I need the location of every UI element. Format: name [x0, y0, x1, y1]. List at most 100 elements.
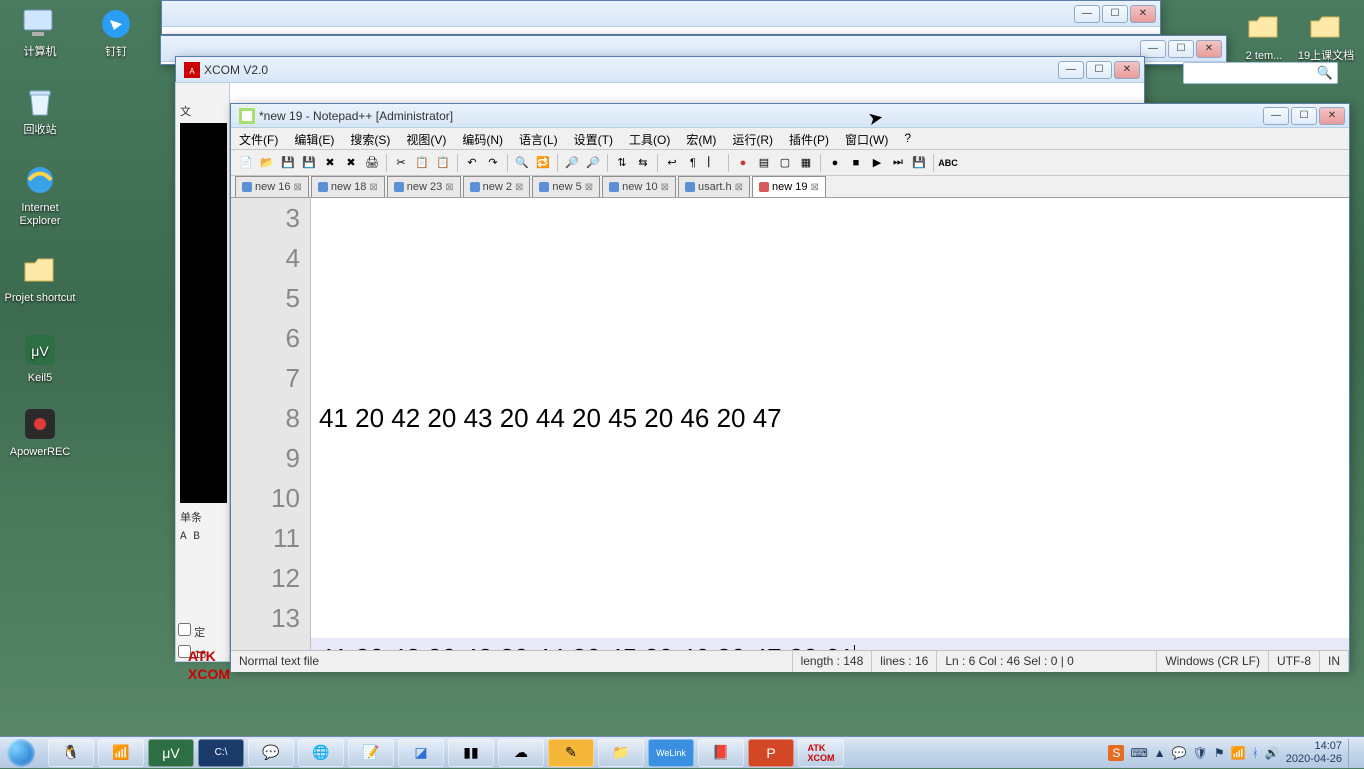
- text-editor[interactable]: 41 20 42 20 43 20 44 20 45 20 46 20 47 4…: [311, 198, 1349, 650]
- tray-chat-icon[interactable]: 💬: [1172, 746, 1187, 760]
- tray-keyboard-icon[interactable]: ⌨: [1130, 746, 1147, 760]
- taskbar-wifi[interactable]: 📶: [98, 739, 144, 767]
- new-file-icon[interactable]: 📄: [237, 154, 255, 172]
- print-icon[interactable]: 🖨: [363, 154, 381, 172]
- undo-icon[interactable]: ↶: [463, 154, 481, 172]
- file-tab[interactable]: new 16⊠: [235, 176, 309, 197]
- file-tab[interactable]: new 5⊠: [532, 176, 600, 197]
- save-icon[interactable]: 💾: [279, 154, 297, 172]
- tab-close-icon[interactable]: ⊠: [585, 182, 593, 193]
- desktop-icon-folder-19[interactable]: 19上课文档: [1296, 8, 1356, 63]
- menu-edit[interactable]: 编辑(E): [286, 128, 342, 149]
- taskbar-xcom[interactable]: ATKXCOM: [798, 739, 844, 767]
- desktop-icon-recycle[interactable]: 回收站: [4, 82, 76, 137]
- file-tab[interactable]: usart.h⊠: [678, 176, 750, 197]
- maximize-button[interactable]: ☐: [1168, 40, 1194, 58]
- close-button[interactable]: ✕: [1114, 61, 1140, 79]
- tab-close-icon[interactable]: ⊠: [811, 182, 819, 193]
- taskbar-app1[interactable]: ▮▮: [448, 739, 494, 767]
- minimize-button[interactable]: —: [1140, 40, 1166, 58]
- taskbar-app2[interactable]: ✎: [548, 739, 594, 767]
- paste-icon[interactable]: 📋: [434, 154, 452, 172]
- close-file-icon[interactable]: ✖: [321, 154, 339, 172]
- replace-icon[interactable]: 🔁: [534, 154, 552, 172]
- file-tab[interactable]: new 18⊠: [311, 176, 385, 197]
- wordwrap-icon[interactable]: ↩: [663, 154, 681, 172]
- open-file-icon[interactable]: 📂: [258, 154, 276, 172]
- sync-v-icon[interactable]: ⇅: [613, 154, 631, 172]
- stop-icon[interactable]: ■: [847, 154, 865, 172]
- close-all-icon[interactable]: ✖: [342, 154, 360, 172]
- menu-run[interactable]: 运行(R): [724, 128, 781, 149]
- tray-network-icon[interactable]: 📶: [1231, 746, 1246, 760]
- tray-bluetooth-icon[interactable]: ᚼ: [1252, 746, 1259, 760]
- spellcheck-icon[interactable]: ABC: [939, 154, 957, 172]
- maximize-button[interactable]: ☐: [1086, 61, 1112, 79]
- minimize-button[interactable]: —: [1263, 107, 1289, 125]
- desktop-icon-apowerrec[interactable]: ApowerREC: [4, 404, 76, 459]
- copy-icon[interactable]: 📋: [413, 154, 431, 172]
- taskbar-cmd[interactable]: C:\: [198, 739, 244, 767]
- redo-icon[interactable]: ↷: [484, 154, 502, 172]
- tab-close-icon[interactable]: ⊠: [293, 182, 301, 193]
- menu-help[interactable]: ?: [896, 128, 919, 149]
- check-fixed[interactable]: [178, 623, 191, 636]
- cut-icon[interactable]: ✂: [392, 154, 410, 172]
- indent-guide-icon[interactable]: ⎸: [705, 154, 723, 172]
- tab-close-icon[interactable]: ⊠: [515, 182, 523, 193]
- maximize-button[interactable]: ☐: [1102, 5, 1128, 23]
- taskbar-powerpoint[interactable]: P: [748, 739, 794, 767]
- play-icon[interactable]: ▶: [868, 154, 886, 172]
- tab-close-icon[interactable]: ⊠: [735, 182, 743, 193]
- tray-chevron-up-icon[interactable]: ▲: [1154, 746, 1166, 760]
- taskbar-qq[interactable]: 🐧: [48, 739, 94, 767]
- desktop-icon-dingtalk[interactable]: 钉钉: [80, 4, 152, 59]
- doc-map-icon[interactable]: ▦: [797, 154, 815, 172]
- taskbar-wechat[interactable]: 💬: [248, 739, 294, 767]
- minimize-button[interactable]: —: [1058, 61, 1084, 79]
- desktop-icon-keil5[interactable]: μV Keil5: [4, 330, 76, 385]
- play-multi-icon[interactable]: ⏭: [889, 154, 907, 172]
- file-tab[interactable]: new 2⊠: [463, 176, 531, 197]
- menu-settings[interactable]: 设置(T): [566, 128, 621, 149]
- maximize-button[interactable]: ☐: [1291, 107, 1317, 125]
- tray-clock[interactable]: 14:07 2020-04-26: [1286, 740, 1342, 766]
- find-icon[interactable]: 🔍: [513, 154, 531, 172]
- file-tab[interactable]: new 23⊠: [387, 176, 461, 197]
- desktop-icon-projet[interactable]: Projet shortcut: [4, 250, 76, 305]
- tab-close-icon[interactable]: ⊠: [369, 182, 377, 193]
- taskbar-baidu[interactable]: ☁: [498, 739, 544, 767]
- save-all-icon[interactable]: 💾: [300, 154, 318, 172]
- menu-window[interactable]: 窗口(W): [837, 128, 896, 149]
- taskbar-notepadpp[interactable]: 📝: [348, 739, 394, 767]
- all-chars-icon[interactable]: ¶: [684, 154, 702, 172]
- taskbar-keil[interactable]: μV: [148, 739, 194, 767]
- sync-h-icon[interactable]: ⇆: [634, 154, 652, 172]
- minimize-button[interactable]: —: [1074, 5, 1100, 23]
- menu-language[interactable]: 语言(L): [511, 128, 566, 149]
- desktop-icon-folder-tem[interactable]: 2 tem...: [1234, 8, 1294, 63]
- start-button[interactable]: [0, 737, 42, 769]
- func-list-icon[interactable]: ▤: [755, 154, 773, 172]
- menu-search[interactable]: 搜索(S): [342, 128, 398, 149]
- file-tab-active[interactable]: new 19⊠: [752, 176, 826, 197]
- taskbar-welink[interactable]: WeLink: [648, 739, 694, 767]
- menu-tools[interactable]: 工具(O): [621, 128, 678, 149]
- tray-sogou-icon[interactable]: S: [1108, 745, 1124, 761]
- record-icon[interactable]: ●: [826, 154, 844, 172]
- tray-volume-icon[interactable]: 🔊: [1265, 746, 1280, 760]
- desktop-icon-ie[interactable]: Internet Explorer: [4, 160, 76, 228]
- tab-close-icon[interactable]: ⊠: [661, 182, 669, 193]
- close-button[interactable]: ✕: [1130, 5, 1156, 23]
- tray-flag-icon[interactable]: ⚑: [1214, 746, 1225, 760]
- taskbar-maxthon[interactable]: ◪: [398, 739, 444, 767]
- menu-file[interactable]: 文件(F): [231, 128, 286, 149]
- save-macro-icon[interactable]: 💾: [910, 154, 928, 172]
- close-button[interactable]: ✕: [1319, 107, 1345, 125]
- show-desktop-button[interactable]: [1348, 739, 1356, 767]
- menu-encoding[interactable]: 编码(N): [454, 128, 511, 149]
- desktop-icon-computer[interactable]: 计算机: [4, 4, 76, 59]
- menu-macro[interactable]: 宏(M): [678, 128, 724, 149]
- taskbar-pdf[interactable]: 📕: [698, 739, 744, 767]
- zoom-in-icon[interactable]: 🔎: [563, 154, 581, 172]
